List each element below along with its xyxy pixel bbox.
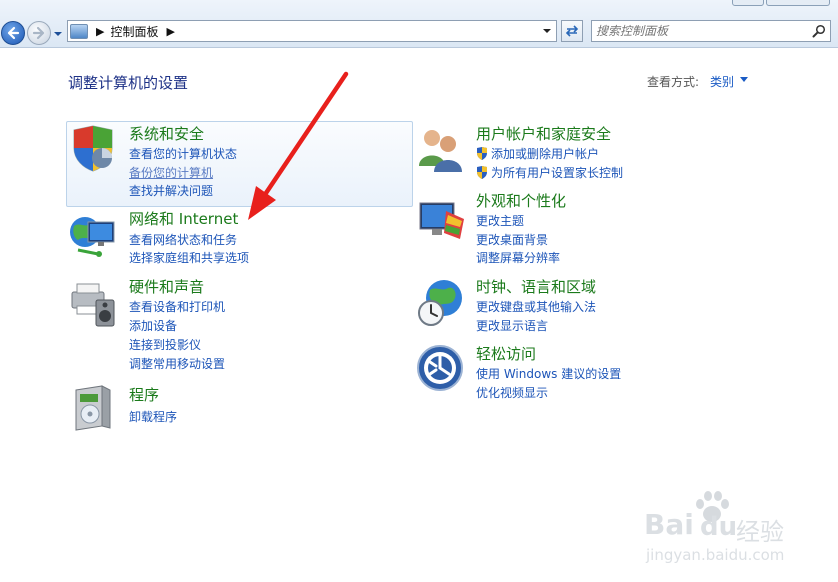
printer-speaker-icon bbox=[71, 283, 115, 327]
forward-button[interactable] bbox=[27, 21, 51, 45]
link-troubleshoot[interactable]: 查找并解决问题 bbox=[129, 182, 213, 199]
address-bar[interactable]: ▶ 控制面板 ▶ bbox=[67, 20, 557, 42]
appearance-monitor-icon bbox=[419, 202, 464, 239]
watermark-url: jingyan.baidu.com bbox=[646, 546, 785, 564]
uac-shield-icon bbox=[477, 147, 487, 160]
link-add-remove-users[interactable]: 添加或删除用户帐户 bbox=[476, 145, 599, 162]
link-text[interactable]: 为所有用户设置家长控制 bbox=[491, 166, 623, 180]
breadcrumb-chevron-icon[interactable]: ▶ bbox=[96, 25, 104, 38]
link-text[interactable]: 添加或删除用户帐户 bbox=[491, 147, 599, 161]
breadcrumb-control-panel[interactable]: 控制面板 bbox=[110, 23, 158, 40]
close-button[interactable] bbox=[766, 0, 830, 6]
link-add-device[interactable]: 添加设备 bbox=[129, 317, 177, 334]
category-title[interactable]: 系统和安全 bbox=[129, 123, 204, 144]
link-view-computer-status[interactable]: 查看您的计算机状态 bbox=[129, 145, 237, 162]
shield-pie-chart-icon bbox=[73, 125, 113, 172]
link-desktop-background[interactable]: 更改桌面背景 bbox=[476, 231, 548, 248]
link-backup-computer[interactable]: 备份您的计算机 bbox=[129, 164, 213, 181]
link-change-theme[interactable]: 更改主题 bbox=[476, 212, 524, 229]
search-box[interactable] bbox=[591, 20, 831, 42]
globe-clock-icon bbox=[418, 280, 462, 326]
users-icon bbox=[419, 130, 462, 172]
watermark-brand-2: du bbox=[700, 512, 738, 542]
link-change-display-language[interactable]: 更改显示语言 bbox=[476, 317, 548, 334]
arrow-right-icon bbox=[32, 26, 45, 40]
link-network-status[interactable]: 查看网络状态和任务 bbox=[129, 231, 237, 248]
arrow-left-icon bbox=[7, 26, 20, 40]
watermark-cn: 经验 bbox=[736, 518, 784, 546]
recent-pages-dropdown-icon[interactable] bbox=[53, 29, 63, 39]
link-parental-controls[interactable]: 为所有用户设置家长控制 bbox=[476, 164, 623, 181]
category-title[interactable]: 轻松访问 bbox=[476, 343, 536, 364]
control-panel-window: ▶ 控制面板 ▶ 调整计算机的设置 查看方式: 类别 bbox=[0, 0, 838, 582]
link-connect-projector[interactable]: 连接到投影仪 bbox=[129, 336, 201, 353]
link-homegroup-sharing[interactable]: 选择家庭组和共享选项 bbox=[129, 249, 249, 266]
search-input[interactable] bbox=[596, 23, 806, 39]
breadcrumb-chevron-icon[interactable]: ▶ bbox=[166, 25, 174, 38]
category-title[interactable]: 网络和 Internet bbox=[129, 208, 238, 229]
programs-box-icon bbox=[75, 385, 111, 431]
network-globe-icon bbox=[70, 217, 115, 257]
category-hover-highlight bbox=[66, 121, 413, 207]
ease-of-access-icon bbox=[417, 345, 463, 391]
link-mobility-settings[interactable]: 调整常用移动设置 bbox=[129, 355, 225, 372]
chevron-down-icon[interactable] bbox=[740, 77, 748, 83]
uac-shield-icon bbox=[477, 166, 487, 179]
address-dropdown-icon[interactable] bbox=[540, 24, 554, 38]
control-panel-icon bbox=[70, 23, 88, 39]
link-windows-recommended-settings[interactable]: 使用 Windows 建议的设置 bbox=[476, 365, 621, 382]
back-button[interactable] bbox=[1, 21, 25, 45]
category-title[interactable]: 用户帐户和家庭安全 bbox=[476, 123, 611, 144]
category-title[interactable]: 硬件和声音 bbox=[129, 276, 204, 297]
link-uninstall-program[interactable]: 卸载程序 bbox=[129, 408, 177, 425]
link-screen-resolution[interactable]: 调整屏幕分辨率 bbox=[476, 249, 560, 266]
baidu-jingyan-watermark: Bai du 经验 jingyan.baidu.com bbox=[640, 490, 810, 570]
navigation-bar: ▶ 控制面板 ▶ bbox=[0, 0, 838, 48]
page-title: 调整计算机的设置 bbox=[68, 74, 189, 92]
search-icon[interactable] bbox=[812, 24, 826, 38]
refresh-icon bbox=[565, 25, 579, 37]
watermark-brand: Bai bbox=[644, 508, 694, 541]
category-title[interactable]: 时钟、语言和区域 bbox=[476, 276, 596, 297]
refresh-button[interactable] bbox=[561, 20, 583, 42]
link-devices-printers[interactable]: 查看设备和打印机 bbox=[129, 298, 225, 315]
minimize-button[interactable] bbox=[732, 0, 764, 6]
view-by-dropdown[interactable]: 类别 bbox=[710, 73, 734, 90]
link-change-input-method[interactable]: 更改键盘或其他输入法 bbox=[476, 298, 596, 315]
view-by-label: 查看方式: bbox=[647, 75, 700, 89]
category-title[interactable]: 程序 bbox=[129, 384, 159, 405]
category-title[interactable]: 外观和个性化 bbox=[476, 190, 566, 211]
link-optimize-video-display[interactable]: 优化视频显示 bbox=[476, 384, 548, 401]
